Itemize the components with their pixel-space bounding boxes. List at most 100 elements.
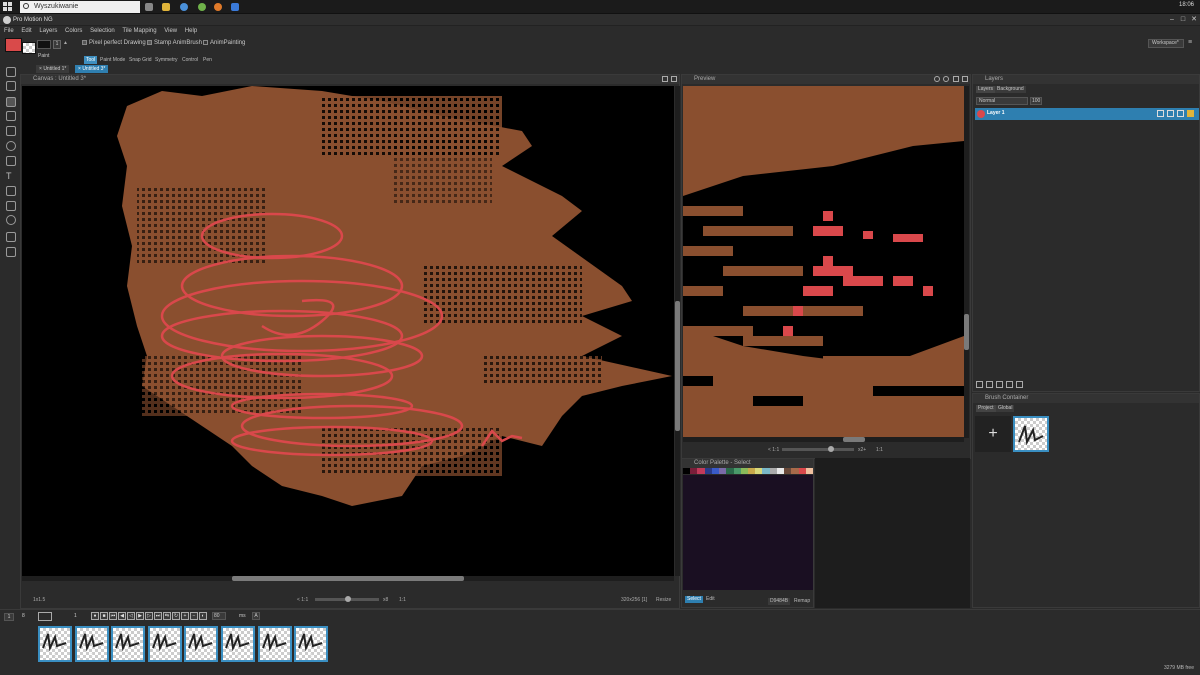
timeline-fps-field[interactable]: 80: [212, 612, 226, 620]
menu-file[interactable]: File: [4, 27, 14, 36]
layer-color-icon[interactable]: [1187, 110, 1194, 117]
canvas-zoom-ratio[interactable]: < 1:1: [297, 597, 308, 603]
preview-sync-icon[interactable]: [943, 76, 949, 82]
palette-tab-select[interactable]: Select: [685, 596, 703, 603]
layers-tab-background[interactable]: Background: [995, 86, 1026, 93]
file-explorer-icon[interactable]: [162, 3, 170, 11]
subtab-snap-grid[interactable]: Snap Grid: [127, 56, 154, 64]
palette-swatch[interactable]: [805, 468, 813, 474]
layer-merge-icon[interactable]: [996, 381, 1003, 388]
film-strip-icon[interactable]: [38, 612, 52, 621]
tl-play-back-icon[interactable]: ◁: [127, 612, 135, 620]
tl-record-icon[interactable]: ●: [91, 612, 99, 620]
app-green-icon[interactable]: [198, 3, 206, 11]
menu-icon[interactable]: ≡: [1188, 39, 1192, 46]
palette-swatch[interactable]: [740, 468, 748, 474]
chrome-icon[interactable]: [180, 3, 188, 11]
layer-duplicate-icon[interactable]: [986, 381, 993, 388]
pixel-perfect-checkbox[interactable]: [82, 40, 87, 45]
subtab-symmetry[interactable]: Symmetry: [153, 56, 180, 64]
foreground-color-swatch[interactable]: [5, 38, 22, 52]
palette-tab-edit[interactable]: Edit: [706, 596, 715, 603]
menu-view[interactable]: View: [164, 27, 177, 36]
tl-last-icon[interactable]: ⏭: [154, 612, 162, 620]
tl-prev-icon[interactable]: ◀: [118, 612, 126, 620]
menu-edit[interactable]: Edit: [21, 27, 31, 36]
palette-swatch[interactable]: [683, 468, 691, 474]
maximize-button[interactable]: □: [1179, 16, 1187, 24]
add-brush-button[interactable]: +: [975, 416, 1011, 452]
tl-loop-icon[interactable]: ↻: [172, 612, 180, 620]
canvas-zoom-slider[interactable]: [315, 596, 379, 602]
timeline-auto-button[interactable]: A: [252, 612, 260, 620]
palette-swatch[interactable]: [690, 468, 698, 474]
fill-tool-icon[interactable]: [6, 156, 16, 166]
timeline-frame[interactable]: 8: [294, 626, 329, 662]
palette-swatch[interactable]: [726, 468, 734, 474]
palette-swatch-row[interactable]: [683, 468, 813, 474]
eyedropper-tool-icon[interactable]: [6, 186, 16, 196]
palette-remap-button[interactable]: Remap: [794, 598, 810, 605]
canvas-resize-button[interactable]: Resize: [656, 597, 671, 603]
preview-zoom-ratio[interactable]: < 1:1: [768, 447, 779, 453]
menu-layers[interactable]: Layers: [39, 27, 57, 36]
close-panel-icon[interactable]: [671, 76, 677, 82]
stamp-tool-icon[interactable]: [6, 232, 16, 242]
preview-settings-icon[interactable]: [934, 76, 940, 82]
rectangle-tool-icon[interactable]: [6, 126, 16, 136]
subtab-control[interactable]: Control: [180, 56, 200, 64]
canvas-zoom-fit[interactable]: 1:1: [399, 597, 406, 603]
canvas-vscroll-thumb[interactable]: [675, 301, 680, 431]
preview-vscroll-thumb[interactable]: [964, 314, 969, 350]
preview-folder-icon[interactable]: [953, 76, 959, 82]
timeline-frame[interactable]: 4: [147, 626, 182, 662]
preview-close-icon[interactable]: [962, 76, 968, 82]
rect-select-tool-icon[interactable]: [6, 81, 16, 91]
preview-horizontal-scrollbar[interactable]: [683, 437, 964, 442]
timeline-frame[interactable]: 1: [38, 626, 72, 662]
layer-add-icon[interactable]: [976, 381, 983, 388]
preview-zoom-fit[interactable]: 1:1: [876, 447, 883, 453]
stamp-animbrush-option[interactable]: Stamp AnimBrush: [147, 40, 202, 46]
layers-tab-layers[interactable]: Layers: [976, 86, 996, 93]
layer-opacity-field[interactable]: 100: [1030, 97, 1042, 105]
layer-blend-select[interactable]: Normal: [976, 97, 1028, 105]
palette-swatch[interactable]: [697, 468, 705, 474]
menu-help[interactable]: Help: [185, 27, 197, 36]
preview-zoom-slider-knob[interactable]: [828, 446, 834, 452]
preview-vertical-scrollbar[interactable]: [964, 86, 969, 438]
preview-hscroll-thumb[interactable]: [843, 437, 865, 442]
tl-add-frame-icon[interactable]: +: [181, 612, 189, 620]
palette-hex-field[interactable]: D9484B: [768, 598, 791, 605]
layer-delete-icon[interactable]: [1016, 381, 1023, 388]
pencil-tool-icon[interactable]: [6, 111, 16, 121]
background-color-swatch[interactable]: [22, 42, 36, 54]
canvas-horizontal-scrollbar[interactable]: [22, 576, 674, 581]
close-button[interactable]: ✕: [1190, 16, 1198, 24]
menu-selection[interactable]: Selection: [90, 27, 115, 36]
layer-lock-icon[interactable]: [1157, 110, 1164, 117]
palette-swatch[interactable]: [791, 468, 799, 474]
canvas-zoom-slider-knob[interactable]: [345, 596, 351, 602]
tl-first-icon[interactable]: ⏮: [109, 612, 117, 620]
palette-grid[interactable]: [683, 475, 813, 590]
tl-next-icon[interactable]: ▷: [145, 612, 153, 620]
tl-del-frame-icon[interactable]: −: [190, 612, 198, 620]
windows-start-icon[interactable]: [3, 2, 13, 12]
tl-play-icon[interactable]: ▶: [136, 612, 144, 620]
canvas-hscroll-thumb[interactable]: [232, 576, 464, 581]
workspace-select[interactable]: Workspace*: [1148, 39, 1184, 48]
layer-link-icon[interactable]: [1177, 110, 1184, 117]
settings-tool-icon[interactable]: [6, 247, 16, 257]
tl-onion-icon[interactable]: ◐: [199, 612, 207, 620]
preview-canvas[interactable]: [683, 86, 964, 438]
minimize-button[interactable]: –: [1168, 16, 1176, 24]
palette-swatch[interactable]: [747, 468, 756, 474]
palette-swatch[interactable]: [769, 468, 777, 474]
canvas-artwork[interactable]: [22, 86, 674, 576]
timeline-frame[interactable]: 2: [74, 626, 109, 662]
taskbar-search-input[interactable]: Wyszukiwanie: [20, 1, 140, 13]
timeline-frame[interactable]: 7: [257, 626, 292, 662]
brush-preview[interactable]: [37, 40, 51, 49]
animpainting-option[interactable]: AnimPainting: [203, 40, 245, 46]
